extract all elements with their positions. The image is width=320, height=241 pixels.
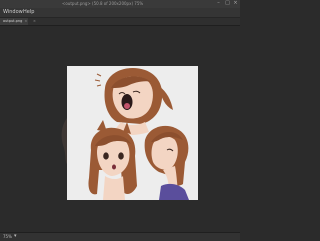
chevron-down-icon[interactable]: ▾: [14, 233, 17, 239]
tab-close-icon[interactable]: ×: [24, 19, 27, 23]
zoom-level[interactable]: 75%: [3, 234, 12, 239]
tab-label: output.png: [3, 19, 23, 23]
menu-bar: Window Help: [0, 8, 240, 18]
tab-close-icon[interactable]: ×: [33, 19, 36, 23]
bottom-right-character: [144, 125, 189, 200]
top-character: [94, 68, 173, 135]
title-bar: <output.png> (50.8 of 200x200px) 75% – □…: [0, 0, 240, 8]
image-canvas[interactable]: [67, 66, 198, 200]
bottom-left-character: [88, 120, 137, 200]
offcanvas-layer-edge: [59, 118, 67, 164]
image-tab-bar: output.png × ×: [0, 18, 240, 26]
maximize-button[interactable]: □: [225, 1, 230, 6]
menu-help[interactable]: Help: [23, 9, 34, 15]
offcanvas-artwork: [61, 118, 67, 164]
tab-output-image[interactable]: output.png ×: [0, 18, 28, 25]
close-button[interactable]: ×: [233, 1, 238, 6]
minimize-button[interactable]: –: [216, 1, 221, 6]
artwork-illustration: [88, 68, 189, 200]
tab-second-image[interactable]: ×: [28, 18, 52, 25]
window-title: <output.png> (50.8 of 200x200px) 75%: [62, 1, 144, 6]
menu-window[interactable]: Window: [3, 9, 23, 15]
